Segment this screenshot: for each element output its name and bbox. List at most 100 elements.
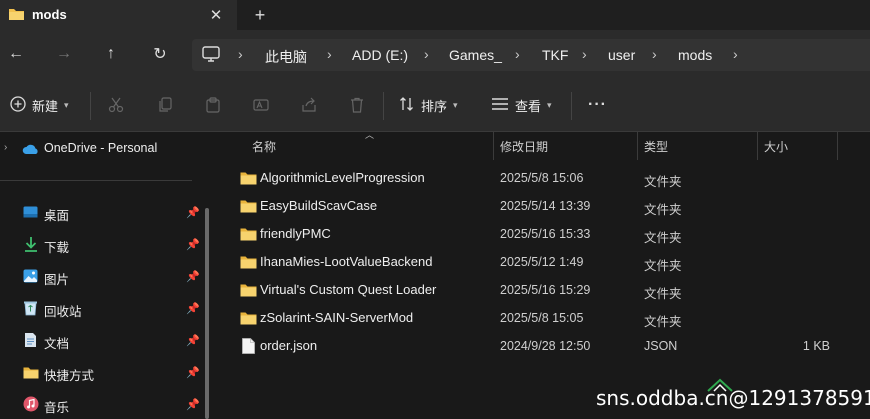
- documents-icon: [24, 332, 37, 351]
- file-type: 文件夹: [644, 231, 682, 245]
- sidebar-item-label: 文档: [44, 337, 70, 351]
- column-separator[interactable]: [757, 132, 758, 160]
- file-row[interactable]: zSolarint-SAIN-ServerMod 2025/5/8 15:05 …: [219, 304, 870, 332]
- file-row[interactable]: EasyBuildScavCase 2025/5/14 13:39 文件夹: [219, 192, 870, 220]
- chevron-down-icon: ▾: [453, 99, 458, 110]
- file-name: EasyBuildScavCase: [260, 198, 378, 213]
- sort-label: 排序: [421, 98, 448, 114]
- chevron-right-icon[interactable]: ›: [4, 142, 7, 153]
- breadcrumb-item-mods[interactable]: mods: [678, 47, 712, 63]
- breadcrumb-separator: ›: [515, 46, 520, 62]
- column-separator[interactable]: [837, 132, 838, 160]
- breadcrumb-item-drive[interactable]: ADD (E:): [352, 47, 408, 63]
- tab-mods[interactable]: mods ✕: [0, 0, 237, 30]
- file-modified: 2025/5/14 13:39: [500, 199, 591, 213]
- breadcrumb-separator: ›: [424, 46, 429, 62]
- file-type: 文件夹: [644, 315, 682, 329]
- column-header-label: 类型: [644, 139, 669, 154]
- file-name: order.json: [260, 338, 318, 353]
- refresh-button[interactable]: ↻: [148, 42, 172, 66]
- sidebar-item-recycle-bin[interactable]: 回收站 📌: [0, 294, 212, 322]
- breadcrumb-separator: ›: [327, 46, 332, 62]
- folder-icon: [240, 283, 257, 300]
- file-name: friendlyPMC: [260, 226, 331, 241]
- view-list-icon: [491, 97, 509, 114]
- view-label: 查看: [515, 98, 542, 114]
- breadcrumb-item-tkf[interactable]: TKF: [542, 47, 568, 63]
- more-options-button[interactable]: ···: [588, 94, 607, 116]
- file-modified: 2025/5/16 15:33: [500, 227, 591, 241]
- breadcrumb-item-user[interactable]: user: [608, 47, 635, 63]
- breadcrumb-item-games[interactable]: Games_: [449, 47, 502, 63]
- forward-button[interactable]: →: [52, 42, 76, 66]
- back-button[interactable]: ←: [4, 42, 28, 66]
- music-icon: [23, 396, 39, 415]
- navigation-pane: › OneDrive - Personal 桌面 📌 下载 📌 图片 📌 回收站…: [0, 132, 212, 419]
- file-name: IhanaMies-LootValueBackend: [260, 254, 433, 269]
- file-icon: [242, 338, 255, 357]
- sidebar-separator: [0, 180, 192, 181]
- watermark: sns.oddba.cn@1291378591: [596, 386, 870, 410]
- column-header-modified[interactable]: 修改日期: [500, 132, 636, 160]
- column-separator[interactable]: [493, 132, 494, 160]
- pin-icon[interactable]: 📌: [186, 302, 200, 315]
- column-header-label: 修改日期: [500, 139, 549, 154]
- sidebar-item-pictures[interactable]: 图片 📌: [0, 262, 212, 290]
- delete-icon[interactable]: [349, 94, 365, 116]
- pin-icon[interactable]: 📌: [186, 334, 200, 347]
- monitor-icon: [202, 46, 220, 65]
- folder-icon: [240, 227, 257, 244]
- sort-button[interactable]: 排序 ▾: [399, 94, 458, 116]
- divider: [571, 92, 572, 120]
- new-tab-button[interactable]: +: [248, 3, 272, 27]
- file-row[interactable]: IhanaMies-LootValueBackend 2025/5/12 1:4…: [219, 248, 870, 276]
- breadcrumb-item-this-pc[interactable]: 此电脑: [265, 47, 307, 67]
- sidebar-item-downloads[interactable]: 下载 📌: [0, 230, 212, 258]
- copy-icon[interactable]: [157, 94, 173, 116]
- file-type: 文件夹: [644, 203, 682, 217]
- view-button[interactable]: 查看 ▾: [491, 94, 552, 116]
- breadcrumb-separator[interactable]: ›: [733, 46, 738, 62]
- new-button[interactable]: 新建 ▾: [10, 94, 69, 116]
- address-bar[interactable]: › 此电脑 › ADD (E:) › Games_ › TKF › user ›…: [192, 39, 870, 71]
- sidebar-item-desktop[interactable]: 桌面 📌: [0, 198, 212, 226]
- divider: [90, 92, 91, 120]
- cut-icon[interactable]: [108, 94, 124, 116]
- sidebar-scrollbar[interactable]: [205, 208, 209, 419]
- column-header-type[interactable]: 类型: [644, 132, 756, 160]
- column-header-label: 大小: [764, 139, 789, 154]
- plus-circle-icon: [10, 95, 26, 115]
- file-modified: 2024/9/28 12:50: [500, 339, 591, 353]
- column-header-name[interactable]: 名称: [252, 132, 492, 160]
- pin-icon[interactable]: 📌: [186, 366, 200, 379]
- pin-icon[interactable]: 📌: [186, 398, 200, 411]
- sidebar-item-music[interactable]: 音乐 📌: [0, 390, 212, 418]
- file-row[interactable]: Virtual's Custom Quest Loader 2025/5/16 …: [219, 276, 870, 304]
- breadcrumb-separator: ›: [582, 46, 587, 62]
- sidebar-item-label: 回收站: [44, 305, 82, 319]
- sidebar-item-shortcuts[interactable]: 快捷方式 📌: [0, 358, 212, 386]
- sidebar-item-onedrive[interactable]: › OneDrive - Personal: [0, 134, 212, 162]
- share-icon[interactable]: [301, 94, 317, 116]
- onedrive-icon: [22, 143, 40, 158]
- file-name: Virtual's Custom Quest Loader: [260, 282, 437, 297]
- download-icon: [24, 236, 38, 255]
- file-type: 文件夹: [644, 259, 682, 273]
- desktop-icon: [23, 206, 38, 221]
- file-type: 文件夹: [644, 175, 682, 189]
- close-icon[interactable]: ✕: [204, 3, 228, 27]
- pin-icon[interactable]: 📌: [186, 238, 200, 251]
- file-row[interactable]: order.json 2024/9/28 12:50 JSON 1 KB: [219, 332, 870, 360]
- file-row[interactable]: friendlyPMC 2025/5/16 15:33 文件夹: [219, 220, 870, 248]
- pin-icon[interactable]: 📌: [186, 270, 200, 283]
- sidebar-item-documents[interactable]: 文档 📌: [0, 326, 212, 354]
- folder-icon: [240, 311, 257, 328]
- column-separator[interactable]: [637, 132, 638, 160]
- column-header-label: 名称: [252, 139, 277, 154]
- file-row[interactable]: AlgorithmicLevelProgression 2025/5/8 15:…: [219, 164, 870, 192]
- paste-icon[interactable]: [205, 94, 221, 116]
- pin-icon[interactable]: 📌: [186, 206, 200, 219]
- rename-icon[interactable]: [253, 94, 271, 116]
- up-button[interactable]: ↑: [99, 42, 123, 66]
- column-header-size[interactable]: 大小: [764, 132, 836, 160]
